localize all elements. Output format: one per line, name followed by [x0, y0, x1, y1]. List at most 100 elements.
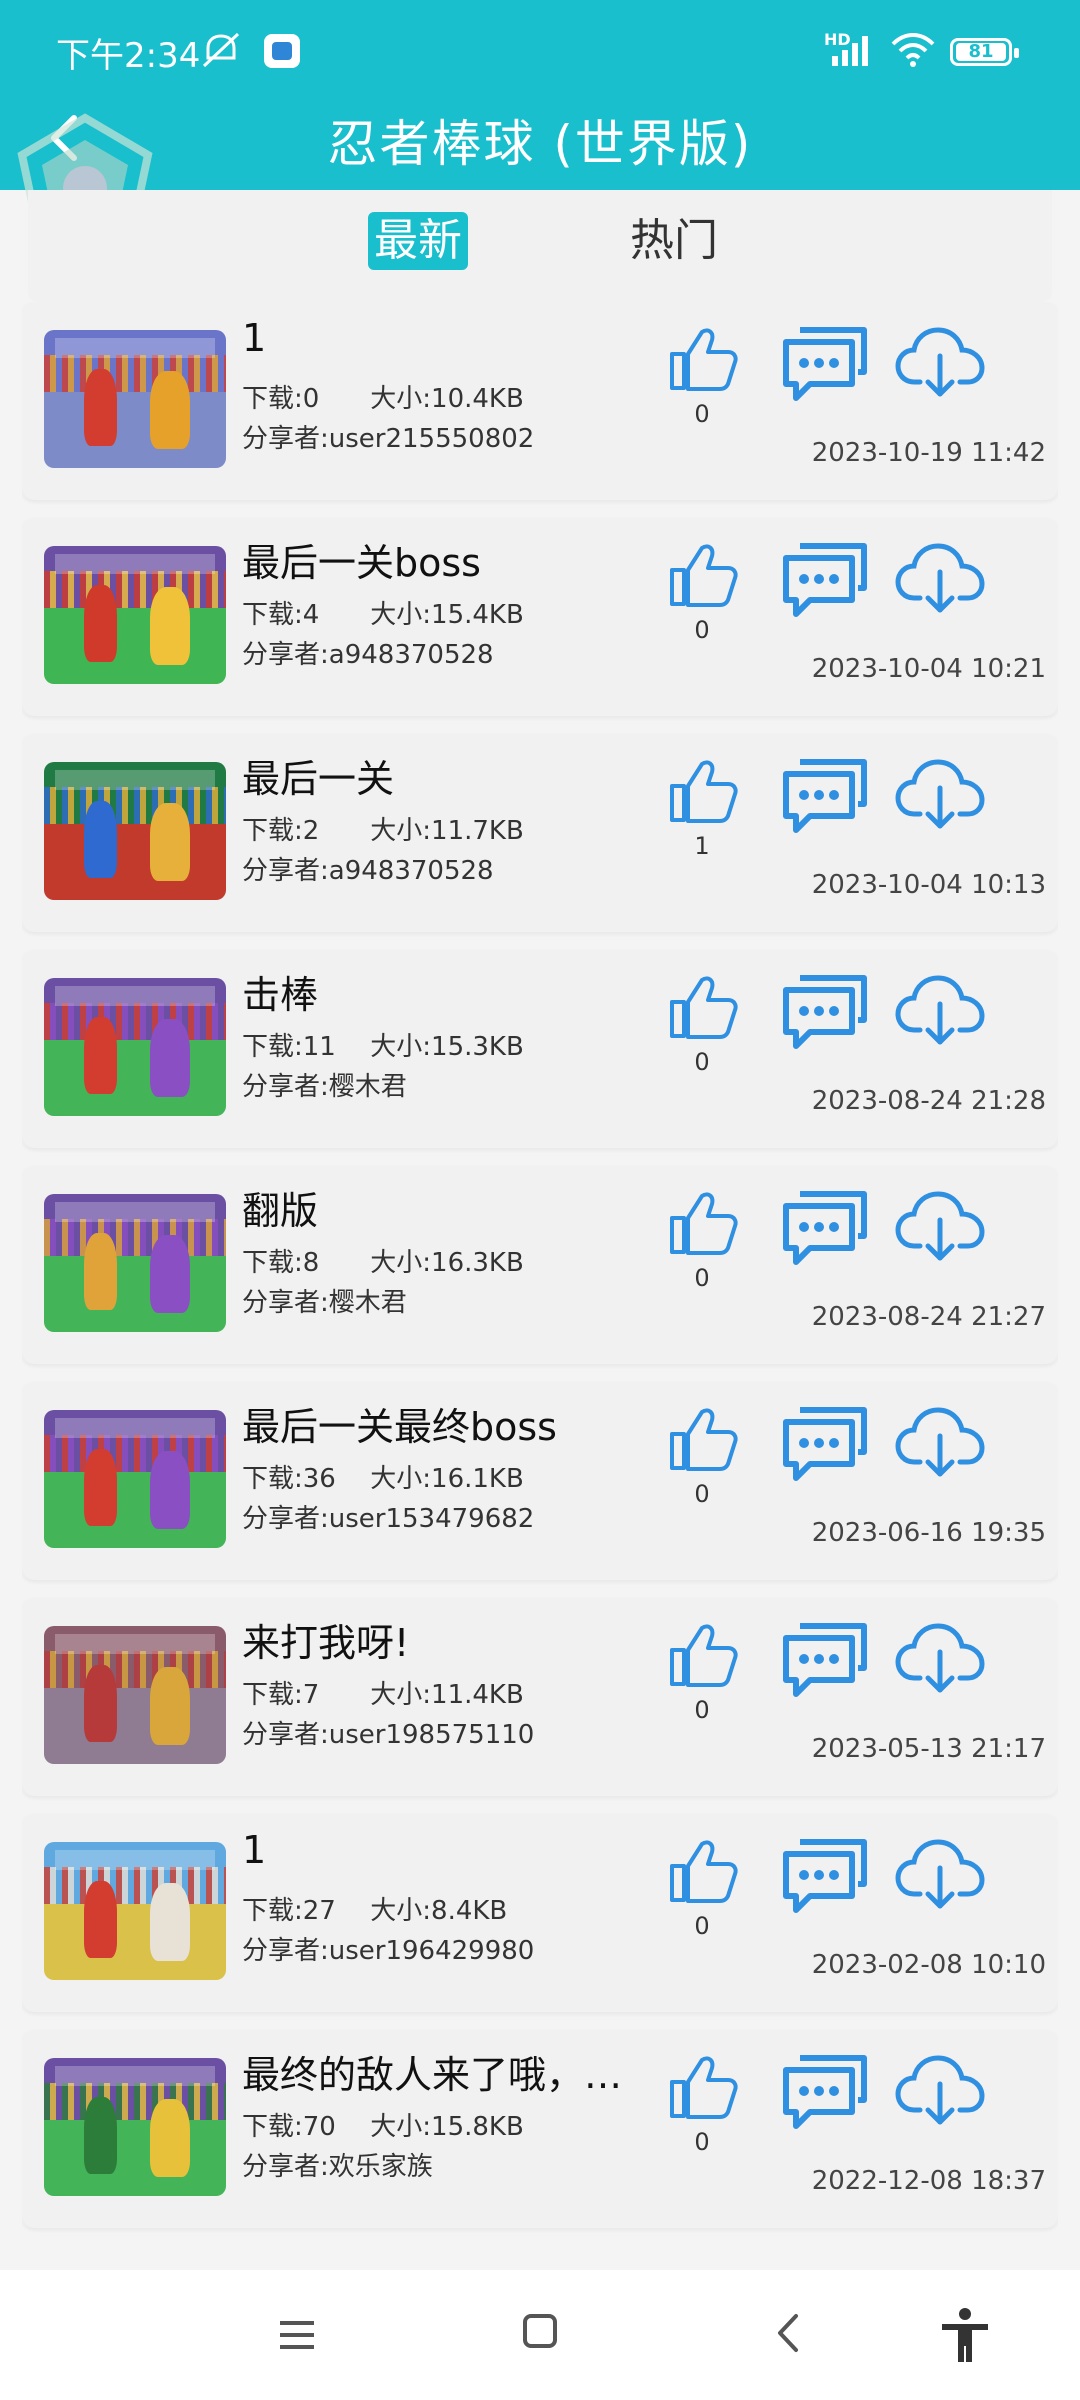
download-count: 下载:0: [242, 384, 320, 414]
tab-bar: 最新 热门: [28, 190, 1052, 302]
list-item[interactable]: 最后一关最终boss 下载:36 大小:16.1KB 分享者:user15347…: [22, 1382, 1058, 1580]
thumbs-up-icon[interactable]: [662, 1836, 742, 1906]
app-notification-icon: [264, 34, 300, 68]
cloud-download-icon[interactable]: [894, 538, 986, 618]
sharer-name: 分享者:樱木君: [242, 1072, 407, 1102]
upload-date: 2023-06-16 19:35: [811, 1518, 1046, 1548]
cloud-download-icon[interactable]: [894, 1186, 986, 1266]
sharer-name: 分享者:user198575110: [242, 1720, 535, 1750]
sharer-name: 分享者:a948370528: [242, 856, 494, 886]
list-item[interactable]: 最后一关boss 下载:4 大小:15.4KB 分享者:a948370528 0…: [22, 518, 1058, 716]
save-thumbnail[interactable]: [44, 1626, 226, 1764]
back-icon[interactable]: [770, 2310, 806, 2356]
like-count: 0: [694, 400, 710, 428]
save-thumbnail[interactable]: [44, 762, 226, 900]
accessibility-icon[interactable]: [938, 2306, 992, 2364]
thumbs-up-icon[interactable]: [662, 972, 742, 1042]
cloud-download-icon[interactable]: [894, 322, 986, 402]
save-meta: 下载:11 大小:15.3KB: [242, 1026, 524, 1063]
system-nav-bar: [0, 2270, 1080, 2400]
download-count: 下载:11: [242, 1032, 336, 1062]
thumbs-up-icon[interactable]: [662, 540, 742, 610]
thumbs-up-icon[interactable]: [662, 324, 742, 394]
comment-icon[interactable]: [778, 322, 870, 402]
save-title: 翻版: [242, 1189, 319, 1233]
sharer-name: 分享者:樱木君: [242, 1288, 407, 1318]
list-item[interactable]: 最终的敌人来了哦，… 下载:70 大小:15.8KB 分享者:欢乐家族 0 20…: [22, 2030, 1058, 2228]
save-title: 最后一关: [242, 757, 395, 801]
list-item[interactable]: 来打我呀! 下载:7 大小:11.4KB 分享者:user198575110 0…: [22, 1598, 1058, 1796]
cloud-download-icon[interactable]: [894, 2050, 986, 2130]
download-count: 下载:70: [242, 2112, 336, 2142]
status-bar: 下午2:34 HD 81: [0, 0, 1080, 100]
save-thumbnail[interactable]: [44, 546, 226, 684]
thumbs-up-icon[interactable]: [662, 1620, 742, 1690]
save-meta: 下载:36 大小:16.1KB: [242, 1458, 524, 1495]
cloud-download-icon[interactable]: [894, 1618, 986, 1698]
like-count: 1: [694, 832, 710, 860]
save-title: 来打我呀!: [242, 1621, 410, 1665]
comment-icon[interactable]: [778, 754, 870, 834]
download-count: 下载:7: [242, 1680, 320, 1710]
download-count: 下载:2: [242, 816, 320, 846]
list-item[interactable]: 1 下载:0 大小:10.4KB 分享者:user215550802 0 202…: [22, 302, 1058, 500]
upload-date: 2023-02-08 10:10: [811, 1950, 1046, 1980]
like-count: 0: [694, 1912, 710, 1940]
status-time: 下午2:34: [56, 36, 201, 76]
menu-icon[interactable]: [276, 2315, 318, 2355]
sharer-name: 分享者:user196429980: [242, 1936, 535, 1966]
file-size: 大小:11.7KB: [370, 816, 524, 846]
file-size: 大小:15.4KB: [370, 600, 524, 630]
like-count: 0: [694, 1696, 710, 1724]
mute-icon: [202, 32, 240, 68]
cloud-download-icon[interactable]: [894, 754, 986, 834]
comment-icon[interactable]: [778, 970, 870, 1050]
cloud-download-icon[interactable]: [894, 1834, 986, 1914]
file-size: 大小:8.4KB: [370, 1896, 508, 1926]
save-thumbnail[interactable]: [44, 1410, 226, 1548]
thumbs-up-icon[interactable]: [662, 1188, 742, 1258]
upload-date: 2023-10-19 11:42: [811, 438, 1046, 468]
thumbs-up-icon[interactable]: [662, 2052, 742, 2122]
sharer-name: 分享者:user153479682: [242, 1504, 535, 1534]
list-item[interactable]: 翻版 下载:8 大小:16.3KB 分享者:樱木君 0 2023-08-24 2…: [22, 1166, 1058, 1364]
save-thumbnail[interactable]: [44, 978, 226, 1116]
tab-hot[interactable]: 热门: [624, 212, 724, 270]
list-item[interactable]: 击棒 下载:11 大小:15.3KB 分享者:樱木君 0 2023-08-24 …: [22, 950, 1058, 1148]
comment-icon[interactable]: [778, 2050, 870, 2130]
comment-icon[interactable]: [778, 1186, 870, 1266]
save-thumbnail[interactable]: [44, 2058, 226, 2196]
save-thumbnail[interactable]: [44, 330, 226, 468]
download-count: 下载:36: [242, 1464, 336, 1494]
cloud-download-icon[interactable]: [894, 1402, 986, 1482]
save-meta: 下载:4 大小:15.4KB: [242, 594, 524, 631]
list-item[interactable]: 最后一关 下载:2 大小:11.7KB 分享者:a948370528 1 202…: [22, 734, 1058, 932]
save-meta: 下载:2 大小:11.7KB: [242, 810, 524, 847]
comment-icon[interactable]: [778, 1618, 870, 1698]
home-icon[interactable]: [522, 2312, 558, 2350]
file-size: 大小:16.3KB: [370, 1248, 524, 1278]
comment-icon[interactable]: [778, 1834, 870, 1914]
comment-icon[interactable]: [778, 538, 870, 618]
file-size: 大小:11.4KB: [370, 1680, 524, 1710]
save-meta: 下载:7 大小:11.4KB: [242, 1674, 524, 1711]
upload-date: 2023-05-13 21:17: [811, 1734, 1046, 1764]
like-count: 0: [694, 616, 710, 644]
cloud-download-icon[interactable]: [894, 970, 986, 1050]
save-list: 1 下载:0 大小:10.4KB 分享者:user215550802 0 202…: [22, 302, 1058, 2270]
save-meta: 下载:70 大小:15.8KB: [242, 2106, 524, 2143]
tab-latest[interactable]: 最新: [368, 212, 468, 270]
thumbs-up-icon[interactable]: [662, 756, 742, 826]
download-count: 下载:4: [242, 600, 320, 630]
list-item[interactable]: 1 下载:27 大小:8.4KB 分享者:user196429980 0 202…: [22, 1814, 1058, 2012]
thumbs-up-icon[interactable]: [662, 1404, 742, 1474]
wifi-icon: [891, 33, 935, 67]
save-thumbnail[interactable]: [44, 1194, 226, 1332]
upload-date: 2023-08-24 21:27: [811, 1302, 1046, 1332]
comment-icon[interactable]: [778, 1402, 870, 1482]
page-title: 忍者棒球 (世界版): [327, 115, 753, 173]
battery-level: 81: [956, 43, 1006, 61]
save-thumbnail[interactable]: [44, 1842, 226, 1980]
upload-date: 2023-08-24 21:28: [811, 1086, 1046, 1116]
like-count: 0: [694, 1480, 710, 1508]
